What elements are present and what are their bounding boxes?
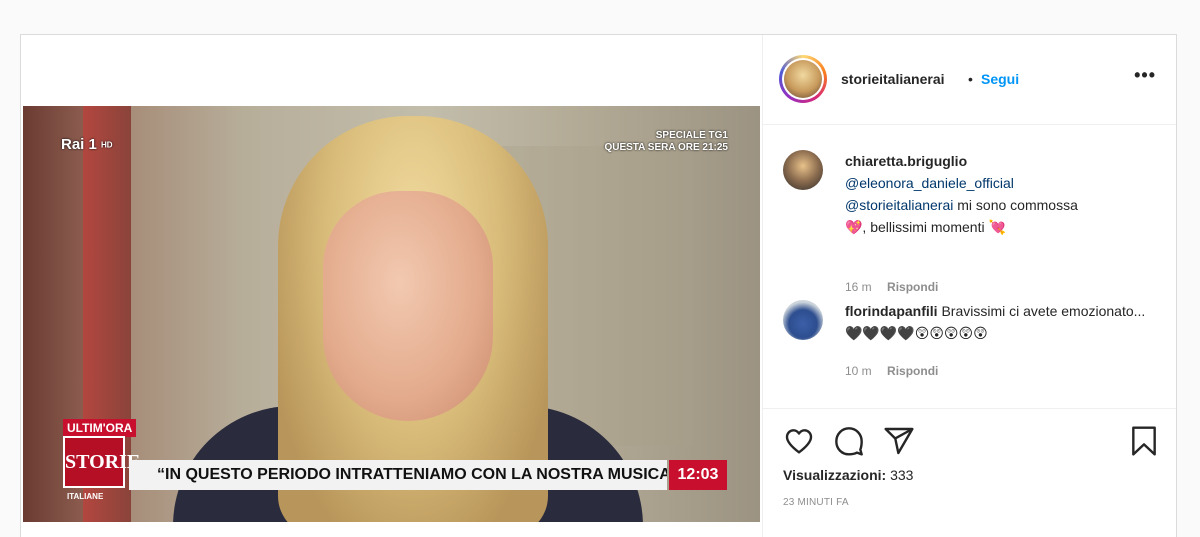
reply-button[interactable]: Rispondi — [887, 280, 938, 294]
comment-icon[interactable] — [833, 425, 865, 457]
broadcast-clock: 12:03 — [669, 460, 727, 490]
special-line-2: QUESTA SERA ORE 21:25 — [604, 142, 728, 153]
comment-username[interactable]: chiaretta.briguglio — [845, 153, 967, 169]
post-header: storieitalianerai • Segui ••• — [763, 35, 1176, 125]
comment-avatar[interactable] — [783, 150, 823, 190]
comments-list[interactable]: chiaretta.briguglio @eleonora_daniele_of… — [763, 126, 1176, 408]
presenter-face — [323, 191, 493, 421]
comment-body: 💖, bellissimi momenti 💘 — [845, 219, 1006, 235]
channel-hd-badge: HD — [101, 140, 113, 150]
avatar-image — [784, 60, 822, 98]
instagram-post: Rai 1 HD SPECIALE TG1 QUESTA SERA ORE 21… — [20, 34, 1177, 537]
comment-body: mi sono commossa — [953, 197, 1078, 213]
special-announcement: SPECIALE TG1 QUESTA SERA ORE 21:25 — [604, 130, 728, 154]
show-logo-subtitle: ITALIANE — [67, 492, 104, 501]
special-line-1: SPECIALE TG1 — [655, 130, 728, 141]
breaking-news-label: ULTIM'ORA — [63, 419, 137, 437]
profile-avatar[interactable] — [779, 55, 827, 103]
comment-time: 10 m — [845, 364, 872, 378]
channel-logo-text: Rai 1 — [61, 136, 97, 153]
post-media: Rai 1 HD SPECIALE TG1 QUESTA SERA ORE 21… — [21, 35, 762, 537]
show-logo: STORIE — [63, 436, 140, 488]
comment-meta: 16 m Rispondi — [845, 280, 950, 294]
comment-text: florindapanfili Bravissimi ci avete emoz… — [845, 300, 1155, 344]
views-number: 333 — [890, 467, 914, 483]
video-player[interactable]: Rai 1 HD SPECIALE TG1 QUESTA SERA ORE 21… — [23, 106, 760, 522]
post-actions: Visualizzazioni: 333 23 MINUTI FA — [763, 408, 1176, 537]
avatar-inner — [782, 58, 824, 100]
comment-mention[interactable]: @eleonora_daniele_official — [845, 175, 1014, 191]
post-sidebar: storieitalianerai • Segui ••• chiaretta.… — [762, 35, 1176, 537]
post-timestamp[interactable]: 23 MINUTI FA — [783, 497, 849, 508]
channel-logo: Rai 1 HD — [61, 136, 113, 153]
comment-mention[interactable]: @storieitalianerai — [845, 197, 953, 213]
comment-meta: 10 m Rispondi — [845, 364, 950, 378]
header-separator: • — [968, 71, 973, 87]
views-count: Visualizzazioni: 333 — [783, 467, 913, 483]
follow-button[interactable]: Segui — [981, 71, 1019, 87]
profile-username[interactable]: storieitalianerai — [841, 71, 945, 87]
reply-button[interactable]: Rispondi — [887, 364, 938, 378]
heart-icon[interactable] — [783, 425, 815, 457]
views-label: Visualizzazioni: — [783, 467, 887, 483]
share-icon[interactable] — [883, 425, 915, 457]
more-options-icon[interactable]: ••• — [1134, 65, 1156, 86]
comment-avatar[interactable] — [783, 300, 823, 340]
comment-text: chiaretta.briguglio @eleonora_daniele_of… — [845, 150, 1155, 238]
comment-username[interactable]: florindapanfili — [845, 303, 938, 319]
news-ticker: “IN QUESTO PERIODO INTRATTENIAMO CON LA … — [129, 460, 667, 490]
comment-time: 16 m — [845, 280, 872, 294]
bookmark-icon[interactable] — [1128, 425, 1160, 457]
